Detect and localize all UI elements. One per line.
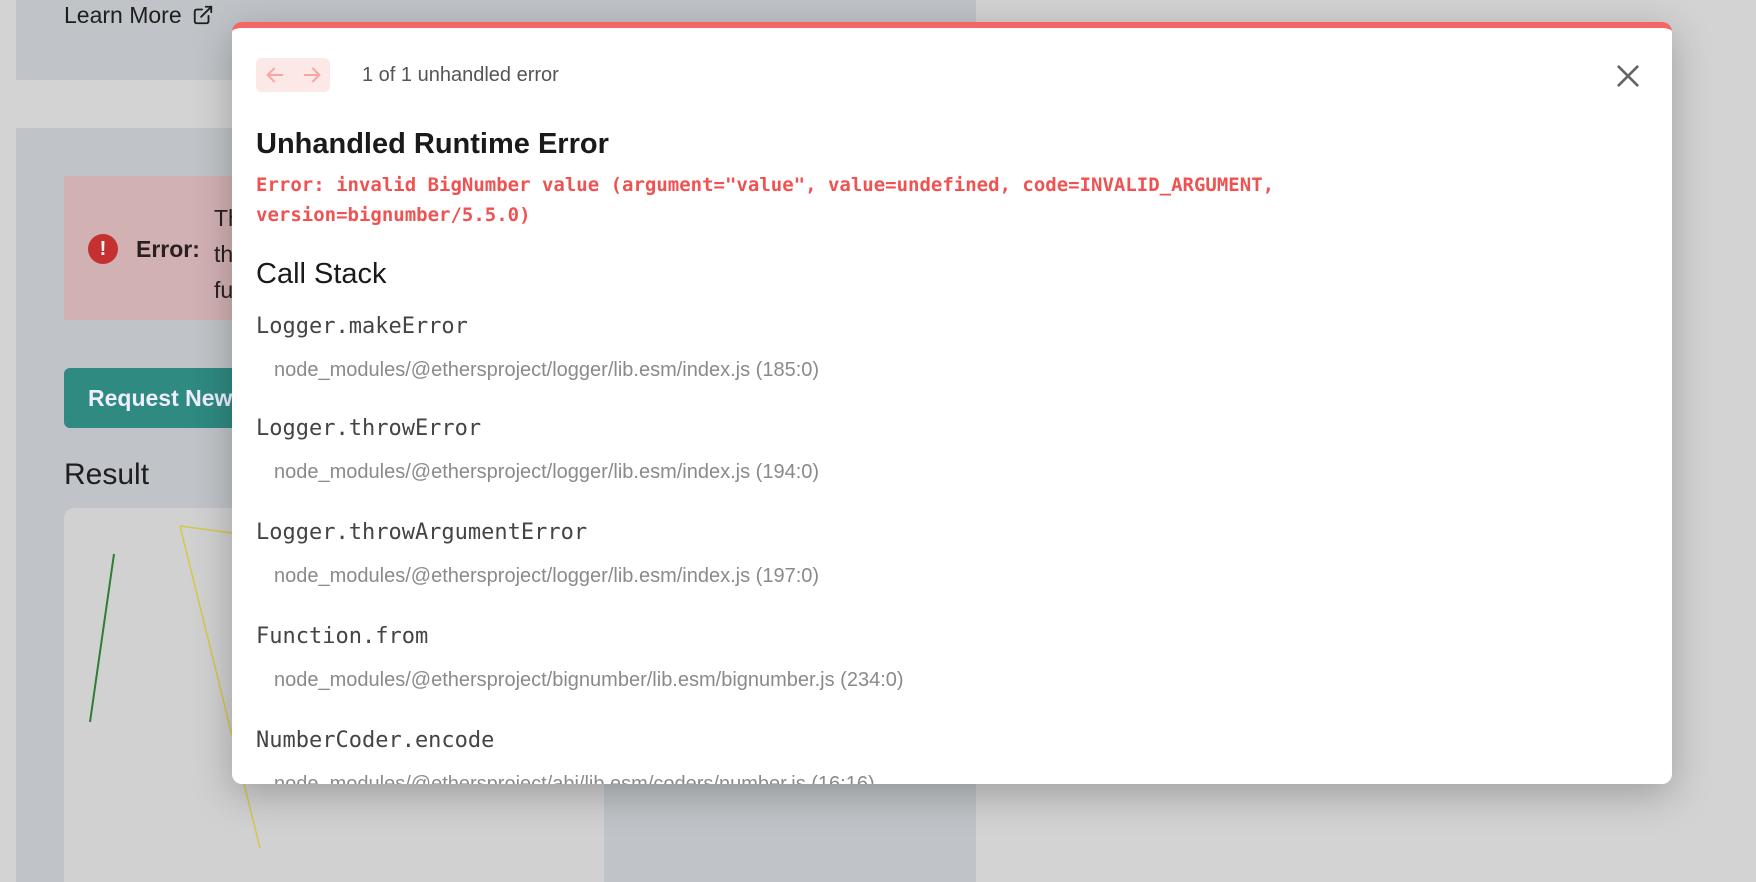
next-error-button[interactable]: [293, 58, 330, 92]
error-nav-group: [256, 58, 330, 92]
stack-frame-function: Logger.throwError: [256, 416, 482, 441]
stack-frame-function: NumberCoder.encode: [256, 728, 495, 753]
error-overlay-dialog: 1 of 1 unhandled error Unhandled Runtime…: [232, 22, 1672, 784]
stack-frame[interactable]: Logger.throwArgumentError node_modules/@…: [256, 520, 819, 588]
error-heading: Unhandled Runtime Error: [256, 128, 609, 160]
stack-frame-location[interactable]: node_modules/@ethersproject/logger/lib.e…: [274, 359, 819, 382]
stack-frame-location[interactable]: node_modules/@ethersproject/bignumber/li…: [274, 669, 904, 692]
stack-frame-location[interactable]: node_modules/@ethersproject/logger/lib.e…: [274, 565, 819, 588]
exclamation-circle-icon: !: [88, 234, 118, 264]
stack-frame-location[interactable]: node_modules/@ethersproject/abi/lib.esm/…: [274, 773, 875, 784]
stack-frame[interactable]: Logger.throwError node_modules/@etherspr…: [256, 416, 819, 484]
green-line: [89, 553, 115, 723]
stack-frame[interactable]: Function.from node_modules/@ethersprojec…: [256, 624, 904, 692]
result-heading: Result: [64, 458, 150, 491]
prev-error-button[interactable]: [256, 58, 293, 92]
stack-frame-function: Logger.makeError: [256, 314, 468, 339]
dialog-header: 1 of 1 unhandled error: [256, 58, 559, 92]
stack-frame-function: Function.from: [256, 624, 429, 649]
arrow-right-icon: [303, 67, 320, 83]
error-message: Error: invalid BigNumber value (argument…: [256, 174, 1275, 226]
call-stack-heading: Call Stack: [256, 258, 387, 290]
external-link-icon: [193, 5, 212, 25]
stack-frame[interactable]: Logger.makeError node_modules/@etherspro…: [256, 314, 819, 382]
stack-frame-function: Logger.throwArgumentError: [256, 520, 588, 545]
stack-frame-location[interactable]: node_modules/@ethersproject/logger/lib.e…: [274, 461, 819, 484]
stack-frame[interactable]: NumberCoder.encode node_modules/@ethersp…: [256, 728, 875, 784]
error-pagination: 1 of 1 unhandled error: [362, 63, 559, 86]
learn-more-label: Learn More: [64, 1, 182, 28]
learn-more-link[interactable]: Learn More: [64, 0, 214, 30]
close-button[interactable]: [1612, 60, 1644, 92]
alert-title: Error:: [136, 236, 200, 262]
close-icon: [1617, 65, 1639, 87]
arrow-left-icon: [266, 67, 283, 83]
